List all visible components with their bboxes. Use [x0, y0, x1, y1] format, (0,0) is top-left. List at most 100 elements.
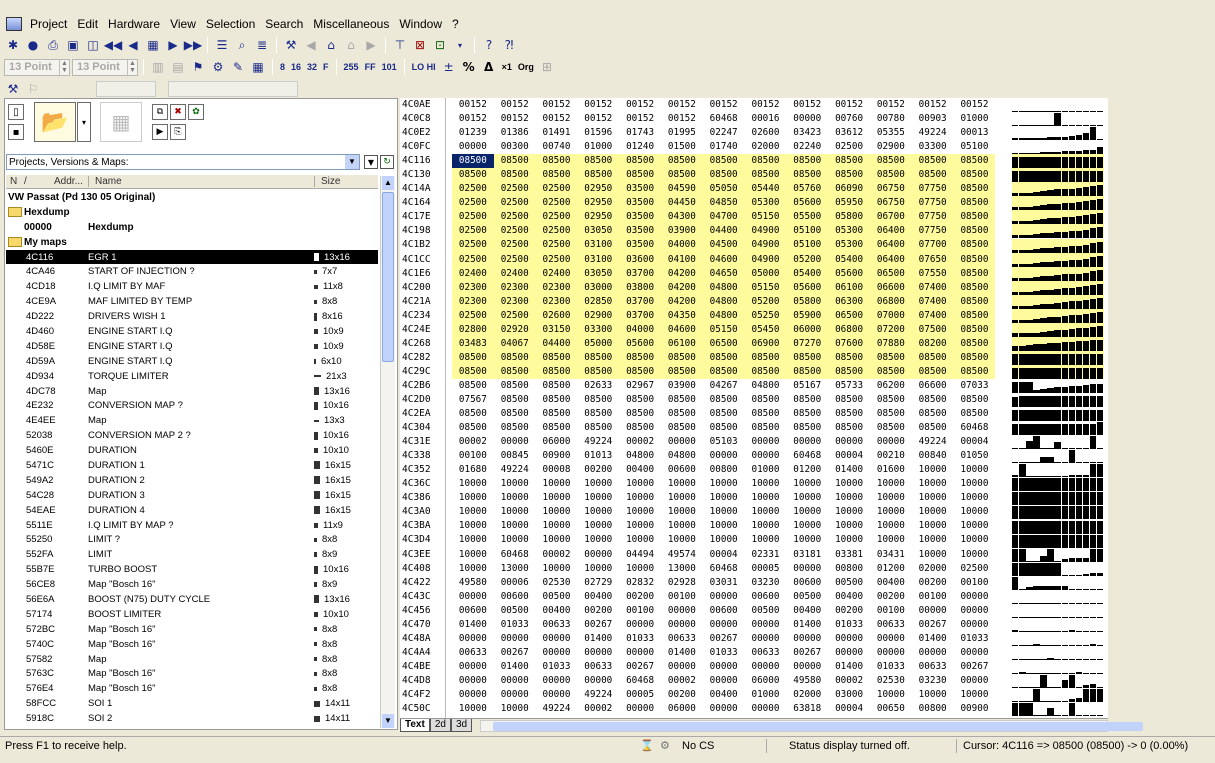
hex-cell[interactable]: 00000: [494, 632, 536, 646]
hex-cell[interactable]: 04600: [702, 252, 745, 267]
font-size-combo-1[interactable]: 13 Point ▲ ▼: [4, 58, 70, 76]
hex-cell[interactable]: 04267: [703, 379, 745, 393]
hex-cell[interactable]: 00000: [954, 590, 996, 604]
hex-cell[interactable]: 00900: [954, 702, 996, 716]
hex-cell[interactable]: 60468: [494, 548, 536, 562]
hex-cell[interactable]: 00004: [703, 548, 745, 562]
hex-cell[interactable]: 00000: [619, 702, 661, 716]
hex-cell[interactable]: 10000: [912, 505, 954, 519]
forward-icon[interactable]: ▶: [362, 36, 380, 54]
hex-cell[interactable]: 06300: [828, 294, 870, 309]
hex-cell[interactable]: 00000: [954, 618, 996, 632]
factor-icon[interactable]: ×1: [500, 62, 514, 72]
hex-cell[interactable]: 05200: [786, 252, 829, 267]
hex-cell[interactable]: 05103: [703, 435, 745, 449]
hex-cell[interactable]: 08500: [493, 364, 536, 379]
hex-cell[interactable]: 00400: [536, 604, 578, 618]
hex-cell[interactable]: 00002: [828, 674, 870, 688]
hex-cell[interactable]: 00002: [536, 548, 578, 562]
hex-cell[interactable]: 08500: [953, 238, 996, 253]
hex-cell[interactable]: 00000: [870, 646, 912, 660]
hex-cell[interactable]: 10000: [619, 533, 661, 547]
hex-cell[interactable]: 08500: [494, 379, 536, 393]
hex-cell[interactable]: 06500: [869, 266, 912, 281]
hex-cell[interactable]: 00002: [661, 674, 703, 688]
map-row[interactable]: 4D58E ENGINE START I.Q 10x9: [6, 339, 378, 354]
hex-cell[interactable]: 60468: [619, 674, 661, 688]
hex-cell[interactable]: 10000: [661, 505, 703, 519]
hex-cell[interactable]: 00633: [536, 618, 578, 632]
hex-cell[interactable]: 10000: [577, 519, 619, 533]
hex-cell[interactable]: 00200: [577, 604, 619, 618]
row-address[interactable]: 4C268: [400, 337, 445, 351]
hex-cell[interactable]: 03900: [660, 224, 703, 239]
hex-cell[interactable]: 00000: [828, 646, 870, 660]
next-icon[interactable]: ▶: [164, 36, 182, 54]
hex-cell[interactable]: 05100: [954, 140, 996, 154]
hex-cell[interactable]: 08500: [660, 154, 703, 169]
hex-cell[interactable]: 08500: [953, 224, 996, 239]
spin-arrows-icon[interactable]: ▲ ▼: [59, 59, 69, 75]
hex-cell[interactable]: 06900: [744, 336, 787, 351]
map-row[interactable]: 4E4EE Map 13x3: [6, 413, 378, 428]
hex-cell[interactable]: 00740: [536, 140, 578, 154]
hex-cell[interactable]: 08500: [912, 393, 954, 407]
hex-cell[interactable]: 02300: [535, 280, 578, 295]
hex-cell[interactable]: 10000: [452, 505, 494, 519]
rows-icon[interactable]: ▤: [169, 58, 187, 76]
hex-cell[interactable]: 10000: [786, 533, 828, 547]
bits-float-icon[interactable]: F: [321, 62, 331, 72]
hex-cell[interactable]: 60468: [703, 112, 745, 126]
hex-cell[interactable]: 02500: [452, 196, 494, 211]
hex-cell[interactable]: 02500: [535, 238, 578, 253]
hex-cell[interactable]: 03100: [577, 252, 620, 267]
hex-cell[interactable]: 08500: [619, 364, 661, 379]
hex-cell[interactable]: 06100: [660, 336, 703, 351]
hex-cell[interactable]: 06100: [828, 280, 870, 295]
hex-cell[interactable]: 00100: [954, 576, 996, 590]
hex-cell[interactable]: 00600: [703, 604, 745, 618]
hex-cell[interactable]: 02900: [870, 140, 912, 154]
hex-cell[interactable]: 04600: [660, 322, 703, 337]
hex-cell[interactable]: 00000: [870, 632, 912, 646]
hex-cell[interactable]: 00004: [828, 702, 870, 716]
hex-cell[interactable]: 08500: [536, 379, 578, 393]
row-address[interactable]: 4C4F2: [400, 688, 445, 702]
hex-cell[interactable]: 04450: [660, 196, 703, 211]
hex-cell[interactable]: 05600: [828, 266, 870, 281]
hex-cell[interactable]: 08500: [953, 182, 996, 197]
hex-cell[interactable]: 00152: [870, 98, 912, 112]
hex-cell[interactable]: 04900: [744, 224, 787, 239]
hex-cell[interactable]: 08500: [702, 168, 745, 183]
hscroll-thumb[interactable]: [493, 721, 1144, 731]
help-icon[interactable]: ?: [480, 36, 498, 54]
hex-cell[interactable]: 03431: [870, 548, 912, 562]
hex-cell[interactable]: 07600: [828, 336, 870, 351]
house-disabled-icon[interactable]: ⌂: [342, 36, 360, 54]
hex-cell[interactable]: 00000: [870, 435, 912, 449]
map-row[interactable]: 56CE8 Map "Bosch 16" 8x9: [6, 577, 378, 592]
hex-cell[interactable]: 08500: [828, 364, 870, 379]
hex-cell[interactable]: 00200: [619, 590, 661, 604]
row-address[interactable]: 4C164: [400, 196, 445, 210]
hex-cell[interactable]: 00400: [619, 463, 661, 477]
hex-cell[interactable]: 01400: [494, 660, 536, 674]
hex-cell[interactable]: 05355: [870, 126, 912, 140]
hex-cell[interactable]: 08500: [744, 364, 787, 379]
hex-cell[interactable]: 08500: [619, 407, 661, 421]
print-icon[interactable]: ⎙: [44, 36, 62, 54]
hex-cell[interactable]: 00152: [745, 98, 787, 112]
hex-cell[interactable]: 03700: [619, 294, 661, 309]
dimension-combo-1[interactable]: [96, 81, 156, 97]
map-row[interactable]: 576E4 Map "Bosch 16" 8x8: [6, 681, 378, 696]
hex-cell[interactable]: 10000: [619, 505, 661, 519]
hex-cell[interactable]: 00300: [494, 140, 536, 154]
hex-cell[interactable]: 05400: [786, 266, 829, 281]
hex-cell[interactable]: 05500: [786, 210, 829, 225]
menu-project[interactable]: Project: [25, 17, 72, 31]
row-address[interactable]: 4C456: [400, 604, 445, 618]
row-address[interactable]: 4C3A0: [400, 505, 445, 519]
menu-view[interactable]: View: [165, 17, 201, 31]
hex-cell[interactable]: 08500: [536, 421, 578, 435]
hex-cell[interactable]: 04800: [661, 449, 703, 463]
